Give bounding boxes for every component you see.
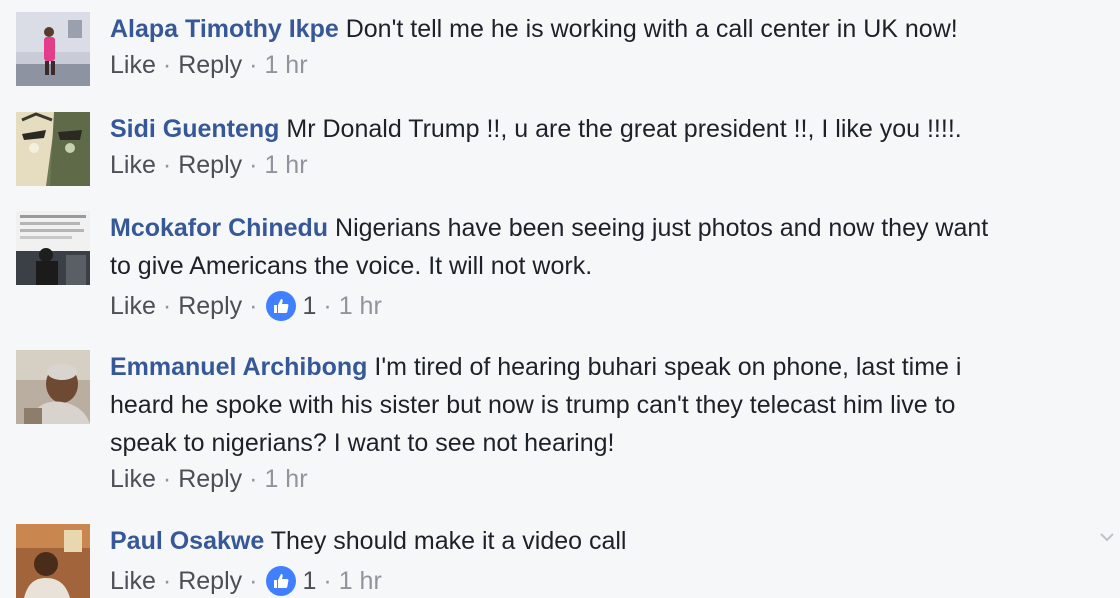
timestamp-link[interactable]: 1 hr xyxy=(264,148,307,182)
like-button[interactable]: Like xyxy=(110,462,156,496)
reply-button[interactable]: Reply xyxy=(178,289,242,323)
separator: · xyxy=(162,292,172,320)
comment-text: Paul Osakwe They should make it a video … xyxy=(110,522,1110,560)
avatar[interactable] xyxy=(16,112,90,186)
comment-text: Sidi Guenteng Mr Donald Trump !!, u are … xyxy=(110,110,1110,148)
reply-button[interactable]: Reply xyxy=(178,48,242,82)
comment-actions: Like · Reply · 1 hr xyxy=(110,148,1110,182)
reaction-summary[interactable]: 1 xyxy=(266,564,316,598)
like-button[interactable]: Like xyxy=(110,148,156,182)
comment-author[interactable]: Sidi Guenteng xyxy=(110,115,279,143)
comment-body: Don't tell me he is working with a call … xyxy=(345,15,958,43)
comment-author[interactable]: Mcokafor Chinedu xyxy=(110,214,328,242)
separator: · xyxy=(162,51,172,79)
like-button[interactable]: Like xyxy=(110,289,156,323)
separator: · xyxy=(249,465,258,493)
thumbs-up-icon xyxy=(266,291,297,321)
timestamp-link[interactable]: 1 hr xyxy=(339,564,382,598)
like-button[interactable]: Like xyxy=(110,564,156,598)
comment-author[interactable]: Emmanuel Archibong xyxy=(110,353,367,381)
separator: · xyxy=(249,51,258,79)
comment-body: to give Americans the voice. It will not… xyxy=(110,252,593,280)
comment-body: Nigerians have been seeing just photos a… xyxy=(335,214,989,242)
reply-button[interactable]: Reply xyxy=(178,564,242,598)
comment-text: Mcokafor Chinedu Nigerians have been see… xyxy=(110,209,1110,285)
reply-button[interactable]: Reply xyxy=(178,148,242,182)
separator: · xyxy=(162,151,172,179)
timestamp-link[interactable]: 1 hr xyxy=(264,48,307,82)
avatar[interactable] xyxy=(16,211,90,285)
comment-body: I'm tired of hearing buhari speak on pho… xyxy=(374,353,962,381)
timestamp-link[interactable]: 1 hr xyxy=(339,289,382,323)
reaction-count: 1 xyxy=(302,292,317,320)
reply-button[interactable]: Reply xyxy=(178,462,242,496)
separator: · xyxy=(323,292,332,320)
comment-author[interactable]: Paul Osakwe xyxy=(110,527,264,555)
comment-text: Emmanuel Archibong I'm tired of hearing … xyxy=(110,348,1110,462)
comment-actions: Like · Reply · 1 · 1 hr xyxy=(110,289,1110,323)
comment-body: heard he spoke with his sister but now i… xyxy=(110,391,956,419)
comment-body: Mr Donald Trump !!, u are the great pres… xyxy=(286,115,962,143)
avatar[interactable] xyxy=(16,12,90,86)
comment-body: speak to nigerians? I want to see not he… xyxy=(110,429,615,457)
timestamp-link[interactable]: 1 hr xyxy=(264,462,307,496)
chevron-down-icon[interactable] xyxy=(1100,530,1114,544)
separator: · xyxy=(249,567,258,595)
thumbs-up-icon xyxy=(266,566,297,596)
avatar[interactable] xyxy=(16,350,90,424)
reaction-count: 1 xyxy=(302,567,317,595)
separator: · xyxy=(249,151,258,179)
comment-actions: Like · Reply · 1 hr xyxy=(110,462,1110,496)
comment-body: They should make it a video call xyxy=(270,527,627,555)
separator: · xyxy=(249,292,258,320)
reaction-summary[interactable]: 1 xyxy=(266,289,316,323)
comment-author[interactable]: Alapa Timothy Ikpe xyxy=(110,15,339,43)
separator: · xyxy=(162,567,172,595)
comment-actions: Like · Reply · 1 hr xyxy=(110,48,1110,82)
like-button[interactable]: Like xyxy=(110,48,156,82)
avatar[interactable] xyxy=(16,524,90,598)
separator: · xyxy=(323,567,332,595)
comment-text: Alapa Timothy Ikpe Don't tell me he is w… xyxy=(110,10,1110,48)
separator: · xyxy=(162,465,172,493)
comment-actions: Like · Reply · 1 · 1 hr xyxy=(110,564,1110,598)
